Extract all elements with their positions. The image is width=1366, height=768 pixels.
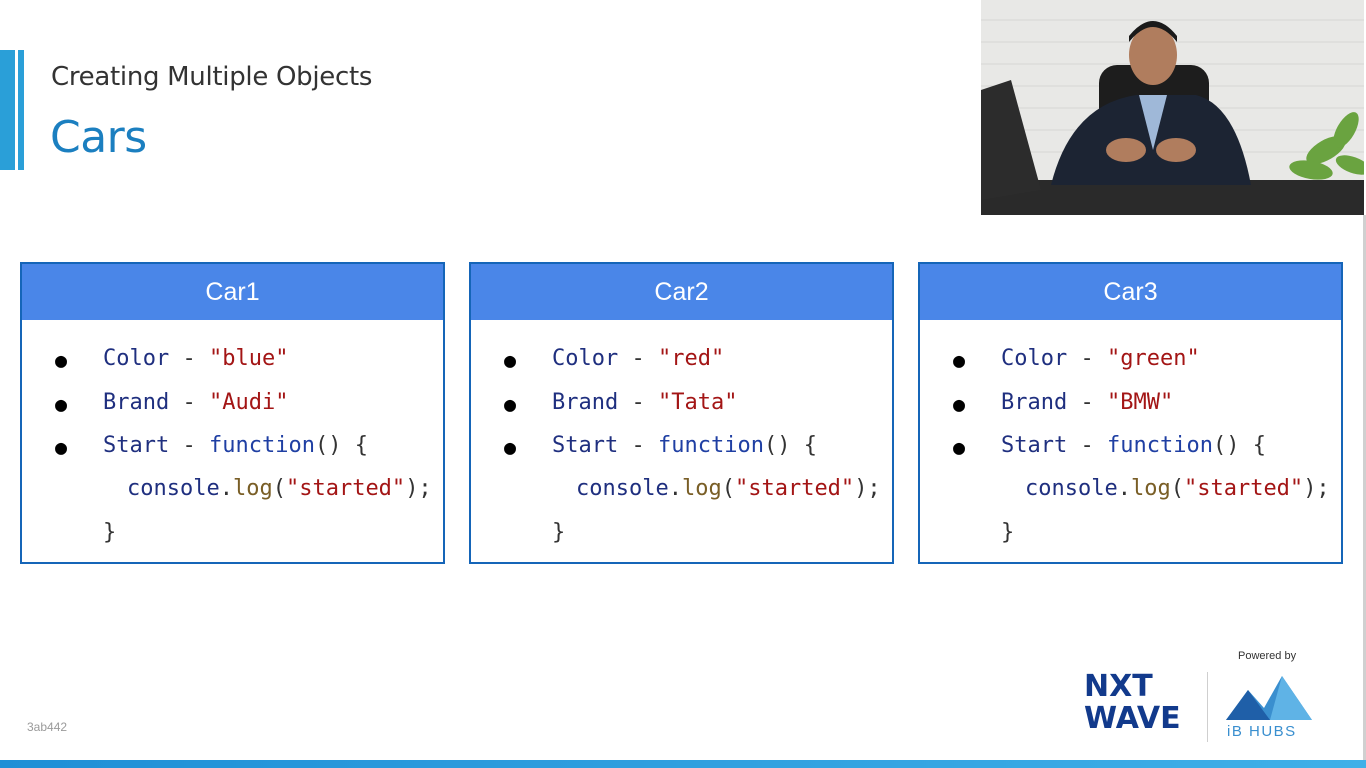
watermark-id: 3ab442 (27, 720, 68, 734)
bullet-icon: ● (504, 348, 517, 372)
slide-title: Cars (50, 112, 147, 163)
car1-closing-brace: } (103, 520, 117, 545)
car2-start-line: Start - function() { (552, 433, 817, 458)
slide-subtitle: Creating Multiple Objects (51, 62, 373, 92)
nxtwave-logo-wave: WAVE (1084, 701, 1181, 736)
car1-console-line: console.log("started"); (127, 476, 432, 501)
ib-hubs-logo-text: iB HUBS (1227, 723, 1297, 740)
nxtwave-logo-nxt: NXT (1084, 669, 1153, 704)
car2-brand-line: Brand - "Tata" (552, 390, 738, 415)
car3-console-line: console.log("started"); (1025, 476, 1330, 501)
bullet-icon: ● (504, 392, 517, 416)
bullet-icon: ● (55, 392, 68, 416)
car1-header: Car1 (22, 264, 443, 320)
bullet-icon: ● (504, 435, 517, 459)
car2-closing-brace: } (552, 520, 566, 545)
car2-console-line: console.log("started"); (576, 476, 881, 501)
bullet-icon: ● (55, 435, 68, 459)
car1-brand-line: Brand - "Audi" (103, 390, 289, 415)
bullet-icon: ● (953, 392, 966, 416)
mountain-logo-icon (1224, 668, 1314, 725)
bullet-icon: ● (55, 348, 68, 372)
car3-card: Car3 ● Color - "green" ● Brand - "BMW" ●… (918, 262, 1343, 564)
car3-color-line: Color - "green" (1001, 346, 1200, 371)
logo-divider (1207, 672, 1208, 742)
bottom-accent-bar (0, 760, 1366, 768)
car1-card: Car1 ● Color - "blue" ● Brand - "Audi" ●… (20, 262, 445, 564)
car3-brand-line: Brand - "BMW" (1001, 390, 1174, 415)
car3-header: Car3 (920, 264, 1341, 320)
car2-header: Car2 (471, 264, 892, 320)
accent-bar (0, 50, 26, 170)
car2-card: Car2 ● Color - "red" ● Brand - "Tata" ● … (469, 262, 894, 564)
presenter-video[interactable] (981, 0, 1364, 215)
car1-color-line: Color - "blue" (103, 346, 289, 371)
car1-start-line: Start - function() { (103, 433, 368, 458)
car3-closing-brace: } (1001, 520, 1015, 545)
car2-color-line: Color - "red" (552, 346, 725, 371)
car3-start-line: Start - function() { (1001, 433, 1266, 458)
powered-by-label: Powered by (1238, 650, 1297, 662)
bullet-icon: ● (953, 435, 966, 459)
bullet-icon: ● (953, 348, 966, 372)
